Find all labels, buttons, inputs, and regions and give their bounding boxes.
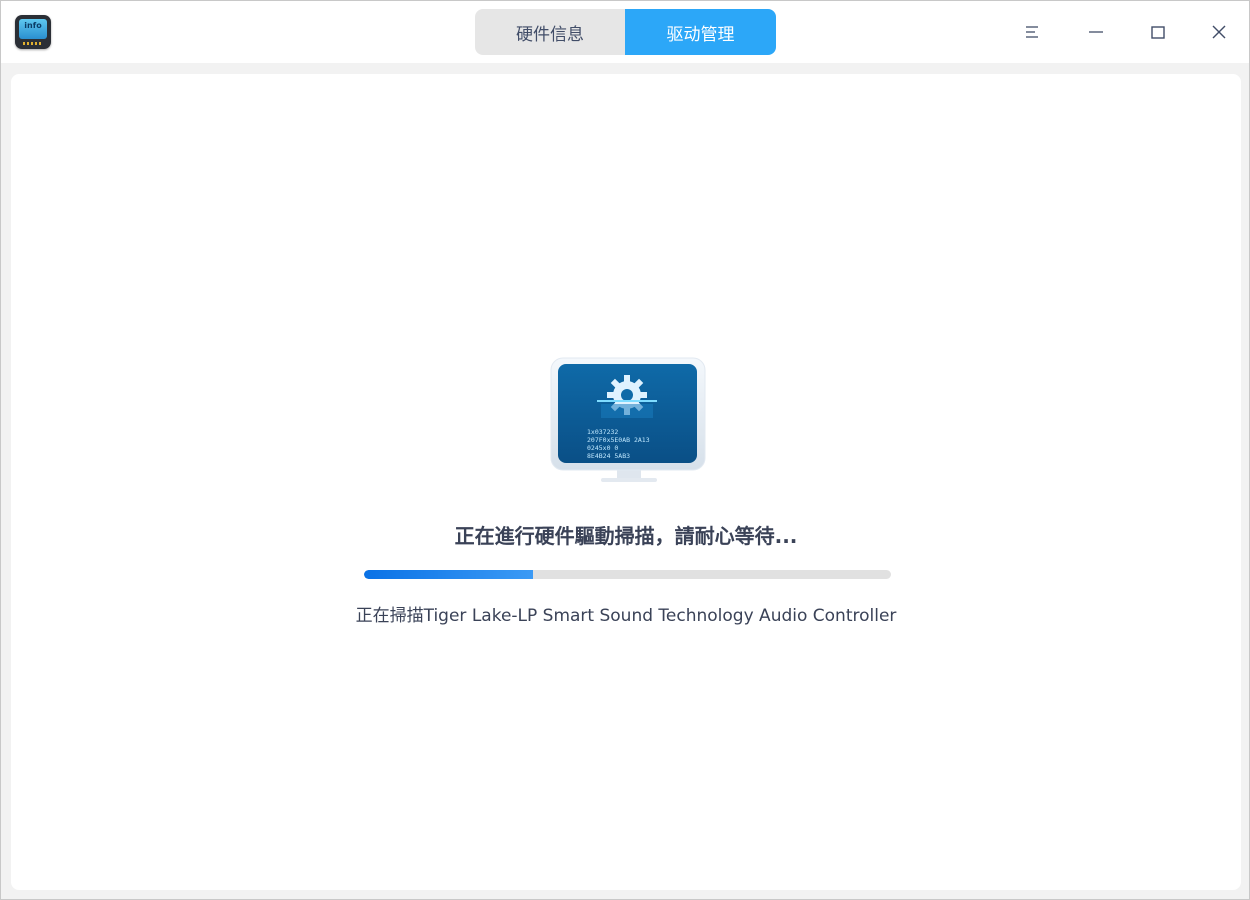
scan-status-title: 正在進行硬件驅動掃描，請耐心等待...	[454, 524, 798, 548]
screen-code-line: 207F0x5E0AB 2A13	[587, 436, 650, 444]
screen-code-line: 8E4B24 5AB3	[587, 452, 630, 460]
menu-button[interactable]	[1012, 12, 1052, 52]
tab-label: 驱动管理	[666, 24, 735, 45]
tab-label: 硬件信息	[516, 24, 584, 45]
menu-icon	[1026, 26, 1038, 38]
titlebar: info 硬件信息 驱动管理	[1, 1, 1249, 63]
view-switcher: 硬件信息 驱动管理	[475, 9, 776, 55]
screen-code-line: 0245x0 0	[587, 444, 618, 452]
scan-progress-fill	[364, 570, 533, 579]
app-icon-label: info	[24, 21, 42, 30]
tab-hardware-info[interactable]: 硬件信息	[475, 9, 625, 55]
app-icon: info	[15, 15, 51, 49]
close-button[interactable]	[1199, 12, 1239, 52]
maximize-button[interactable]	[1138, 12, 1178, 52]
scan-panel: 1x037232 207F0x5E0AB 2A13 0245x0 0 8E4B2…	[11, 74, 1241, 890]
minimize-icon	[1089, 31, 1103, 33]
screen-code-line: 1x037232	[587, 428, 618, 436]
app-window: info 硬件信息 驱动管理 1x037232 207F0x5E0AB 2A13…	[0, 0, 1250, 900]
close-icon	[1212, 25, 1226, 39]
monitor-gear-icon: 1x037232 207F0x5E0AB 2A13 0245x0 0 8E4B2…	[550, 357, 706, 482]
tab-driver-management[interactable]: 驱动管理	[625, 9, 776, 55]
maximize-icon	[1151, 26, 1165, 39]
minimize-button[interactable]	[1076, 12, 1116, 52]
scan-current-device: 正在掃描Tiger Lake-LP Smart Sound Technology…	[355, 606, 897, 626]
scan-progress-bar	[364, 570, 891, 579]
